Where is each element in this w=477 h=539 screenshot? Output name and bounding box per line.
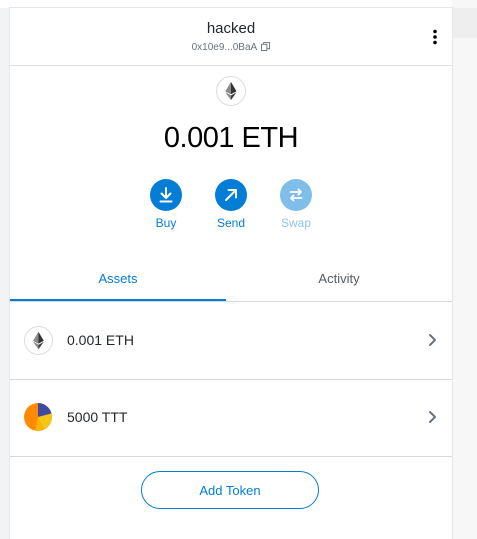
asset-amount: 5000 TTT [67,409,128,425]
ttt-token-icon [24,403,52,432]
chevron-right-icon[interactable] [426,410,438,424]
swap-button[interactable]: Swap [266,179,326,230]
chevron-right-icon[interactable] [426,333,438,347]
background-right [452,0,477,539]
account-name[interactable]: hacked [10,20,452,37]
tab-assets[interactable]: Assets [10,265,226,301]
swap-label[interactable]: Swap [266,216,326,230]
window-top-strip [0,0,477,8]
account-address-row[interactable]: 0x10e9...0BaA [10,42,452,53]
download-icon[interactable] [150,179,182,211]
account-address[interactable]: 0x10e9...0BaA [192,42,257,53]
asset-tabs: Assets Activity [10,265,452,302]
arrow-up-right-icon[interactable] [215,179,247,211]
swap-icon[interactable] [280,179,312,211]
send-button[interactable]: Send [201,179,261,230]
asset-amount: 0.001 ETH [67,332,134,348]
buy-button[interactable]: Buy [136,179,196,230]
send-label[interactable]: Send [201,216,261,230]
account-header: hacked 0x10e9...0BaA [10,8,452,66]
tab-activity[interactable]: Activity [226,265,452,301]
account-options-icon[interactable] [426,28,444,46]
eth-logo-icon [216,76,246,106]
background-right-band [452,8,477,38]
balance-display: 0.001 ETH [163,122,299,154]
eth-icon [24,326,53,355]
buy-label[interactable]: Buy [136,216,196,230]
copy-icon[interactable] [261,42,271,51]
add-token-button[interactable]: Add Token [141,471,319,509]
asset-row-ttt[interactable]: 5000 TTT [10,380,452,457]
wallet-panel: hacked 0x10e9...0BaA 0.001 ETH Buy Send … [10,8,452,539]
asset-row-eth[interactable]: 0.001 ETH [10,303,452,380]
